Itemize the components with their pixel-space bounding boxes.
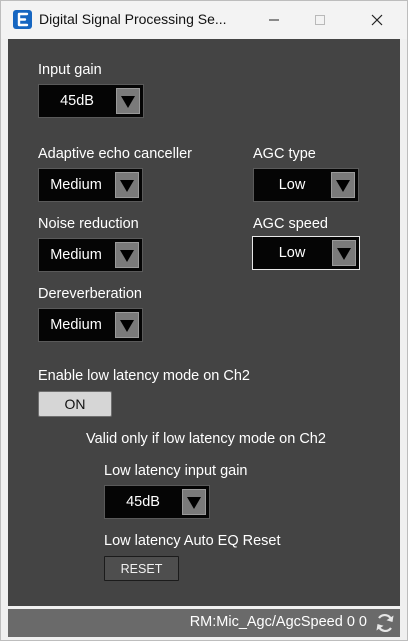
chevron-down-icon[interactable] — [116, 88, 140, 114]
noise-reduction-select[interactable]: Medium — [38, 238, 143, 272]
dereverberation-label: Dereverberation — [38, 286, 142, 302]
window-title: Digital Signal Processing Se... — [39, 11, 227, 27]
agc-speed-value: Low — [278, 245, 306, 261]
chevron-down-icon[interactable] — [115, 312, 139, 338]
reset-button[interactable]: RESET — [104, 556, 179, 581]
dereverberation-value: Medium — [50, 317, 102, 333]
low-latency-input-gain-label: Low latency input gain — [104, 463, 248, 479]
low-latency-auto-eq-label: Low latency Auto EQ Reset — [104, 533, 281, 549]
settings-panel: Input gain 45dB Adaptive echo canceller … — [8, 39, 400, 606]
status-bar: RM:Mic_Agc/AgcSpeed 0 0 — [8, 609, 400, 637]
close-button[interactable] — [354, 1, 400, 39]
low-latency-mode-label: Enable low latency mode on Ch2 — [38, 368, 250, 384]
agc-type-select[interactable]: Low — [253, 168, 359, 202]
agc-type-label: AGC type — [253, 146, 316, 162]
minimize-button[interactable] — [251, 1, 297, 39]
refresh-icon[interactable] — [374, 612, 396, 634]
app-logo-icon — [13, 10, 32, 29]
input-gain-value: 45dB — [60, 93, 94, 109]
low-latency-input-gain-select[interactable]: 45dB — [104, 485, 210, 519]
noise-reduction-value: Medium — [50, 247, 102, 263]
adaptive-echo-canceller-value: Medium — [50, 177, 102, 193]
agc-type-value: Low — [278, 177, 306, 193]
chevron-down-icon[interactable] — [182, 489, 206, 515]
agc-speed-select[interactable]: Low — [252, 236, 360, 270]
chevron-down-icon[interactable] — [115, 172, 139, 198]
minimize-icon — [269, 19, 279, 21]
chevron-down-icon[interactable] — [332, 240, 356, 266]
title-bar: Digital Signal Processing Se... — [1, 1, 407, 39]
low-latency-note: Valid only if low latency mode on Ch2 — [86, 431, 326, 447]
maximize-icon — [315, 15, 325, 25]
agc-speed-label: AGC speed — [253, 216, 328, 232]
dereverberation-select[interactable]: Medium — [38, 308, 143, 342]
low-latency-on-button[interactable]: ON — [38, 391, 112, 417]
noise-reduction-label: Noise reduction — [38, 216, 139, 232]
low-latency-input-gain-value: 45dB — [126, 494, 160, 510]
status-text: RM:Mic_Agc/AgcSpeed 0 0 — [189, 614, 367, 630]
chevron-down-icon[interactable] — [331, 172, 355, 198]
input-gain-label: Input gain — [38, 62, 102, 78]
maximize-button[interactable] — [297, 1, 343, 39]
dsp-settings-window: Digital Signal Processing Se... Input ga… — [0, 0, 408, 641]
close-icon — [371, 14, 383, 26]
adaptive-echo-canceller-label: Adaptive echo canceller — [38, 146, 192, 162]
chevron-down-icon[interactable] — [115, 242, 139, 268]
adaptive-echo-canceller-select[interactable]: Medium — [38, 168, 143, 202]
input-gain-select[interactable]: 45dB — [38, 84, 144, 118]
